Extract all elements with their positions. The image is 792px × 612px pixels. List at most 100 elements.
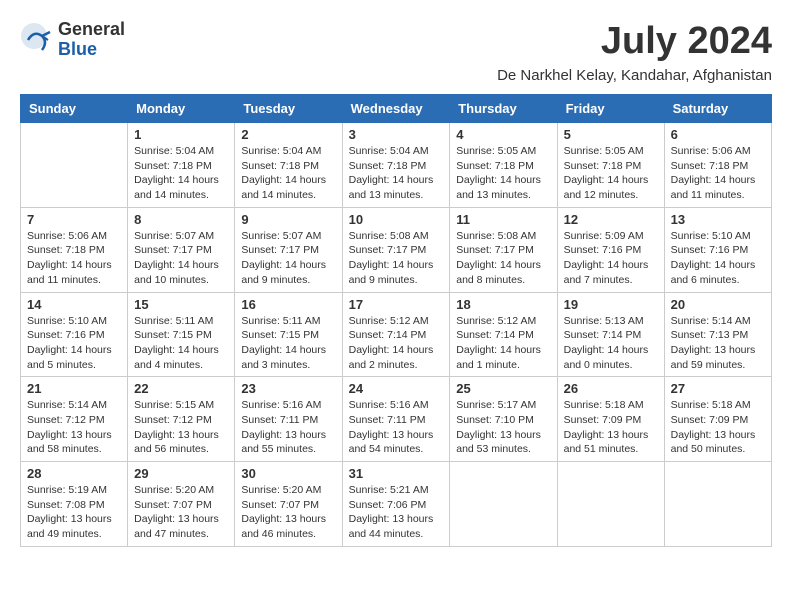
- day-number: 16: [241, 297, 335, 312]
- calendar-cell: 13 Sunrise: 5:10 AM Sunset: 7:16 PM Dayli…: [664, 207, 771, 292]
- calendar-cell: 1 Sunrise: 5:04 AM Sunset: 7:18 PM Daylig…: [128, 123, 235, 208]
- day-detail: Sunrise: 5:16 AM Sunset: 7:11 PM Dayligh…: [241, 398, 335, 457]
- logo: General Blue: [20, 20, 125, 60]
- day-number: 28: [27, 466, 121, 481]
- calendar-cell: 31 Sunrise: 5:21 AM Sunset: 7:06 PM Dayli…: [342, 462, 450, 547]
- day-detail: Sunrise: 5:05 AM Sunset: 7:18 PM Dayligh…: [456, 144, 550, 203]
- calendar-cell: 4 Sunrise: 5:05 AM Sunset: 7:18 PM Daylig…: [450, 123, 557, 208]
- calendar-cell: 26 Sunrise: 5:18 AM Sunset: 7:09 PM Dayli…: [557, 377, 664, 462]
- calendar-cell: 9 Sunrise: 5:07 AM Sunset: 7:17 PM Daylig…: [235, 207, 342, 292]
- day-detail: Sunrise: 5:05 AM Sunset: 7:18 PM Dayligh…: [564, 144, 658, 203]
- calendar-cell: 10Sunrise: 5:08 AM Sunset: 7:17 PM Dayli…: [342, 207, 450, 292]
- month-year-title: July 2024: [601, 20, 772, 63]
- calendar-cell: 27Sunrise: 5:18 AM Sunset: 7:09 PM Dayli…: [664, 377, 771, 462]
- calendar-cell: 3 Sunrise: 5:04 AM Sunset: 7:18 PM Daylig…: [342, 123, 450, 208]
- day-detail: Sunrise: 5:20 AM Sunset: 7:07 PM Dayligh…: [241, 483, 335, 542]
- day-detail: Sunrise: 5:04 AM Sunset: 7:18 PM Dayligh…: [349, 144, 444, 203]
- day-detail: Sunrise: 5:06 AM Sunset: 7:18 PM Dayligh…: [671, 144, 765, 203]
- day-number: 31: [349, 466, 444, 481]
- calendar-cell: 19 Sunrise: 5:13 AM Sunset: 7:14 PM Dayli…: [557, 292, 664, 377]
- day-detail: Sunrise: 5:13 AM Sunset: 7:14 PM Dayligh…: [564, 314, 658, 373]
- day-number: 21: [27, 381, 121, 396]
- day-number: 6: [671, 127, 765, 142]
- day-number: 2: [241, 127, 335, 142]
- day-number: 25: [456, 381, 550, 396]
- day-detail: Sunrise: 5:18 AM Sunset: 7:09 PM Dayligh…: [564, 398, 658, 457]
- day-number: 4: [456, 127, 550, 142]
- calendar-cell: 5 Sunrise: 5:05 AM Sunset: 7:18 PM Daylig…: [557, 123, 664, 208]
- calendar-cell: 2 Sunrise: 5:04 AM Sunset: 7:18 PM Daylig…: [235, 123, 342, 208]
- day-number: 3: [349, 127, 444, 142]
- calendar-cell: 7 Sunrise: 5:06 AM Sunset: 7:18 PM Daylig…: [21, 207, 128, 292]
- day-detail: Sunrise: 5:20 AM Sunset: 7:07 PM Dayligh…: [134, 483, 228, 542]
- day-number: 23: [241, 381, 335, 396]
- col-header-wednesday: Wednesday: [342, 95, 450, 123]
- calendar-table: SundayMondayTuesdayWednesdayThursdayFrid…: [20, 94, 772, 547]
- day-detail: Sunrise: 5:17 AM Sunset: 7:10 PM Dayligh…: [456, 398, 550, 457]
- day-detail: Sunrise: 5:04 AM Sunset: 7:18 PM Dayligh…: [241, 144, 335, 203]
- calendar-cell: 22 Sunrise: 5:15 AM Sunset: 7:12 PM Dayli…: [128, 377, 235, 462]
- calendar-cell: 17 Sunrise: 5:12 AM Sunset: 7:14 PM Dayli…: [342, 292, 450, 377]
- day-number: 22: [134, 381, 228, 396]
- logo-general: General: [58, 20, 125, 40]
- day-detail: Sunrise: 5:07 AM Sunset: 7:17 PM Dayligh…: [134, 229, 228, 288]
- calendar-cell: [450, 462, 557, 547]
- col-header-tuesday: Tuesday: [235, 95, 342, 123]
- logo-blue: Blue: [58, 40, 125, 60]
- calendar-cell: 23 Sunrise: 5:16 AM Sunset: 7:11 PM Dayli…: [235, 377, 342, 462]
- calendar-cell: 28 Sunrise: 5:19 AM Sunset: 7:08 PM Dayli…: [21, 462, 128, 547]
- calendar-cell: [21, 123, 128, 208]
- day-number: 26: [564, 381, 658, 396]
- day-detail: Sunrise: 5:08 AM Sunset: 7:17 PM Dayligh…: [349, 229, 444, 288]
- calendar-cell: 14Sunrise: 5:10 AM Sunset: 7:16 PM Dayli…: [21, 292, 128, 377]
- day-detail: Sunrise: 5:12 AM Sunset: 7:14 PM Dayligh…: [456, 314, 550, 373]
- calendar-cell: [557, 462, 664, 547]
- day-detail: Sunrise: 5:14 AM Sunset: 7:13 PM Dayligh…: [671, 314, 765, 373]
- day-number: 5: [564, 127, 658, 142]
- day-number: 19: [564, 297, 658, 312]
- calendar-cell: 6 Sunrise: 5:06 AM Sunset: 7:18 PM Daylig…: [664, 123, 771, 208]
- day-detail: Sunrise: 5:10 AM Sunset: 7:16 PM Dayligh…: [27, 314, 121, 373]
- day-number: 18: [456, 297, 550, 312]
- day-detail: Sunrise: 5:12 AM Sunset: 7:14 PM Dayligh…: [349, 314, 444, 373]
- day-number: 17: [349, 297, 444, 312]
- day-number: 12: [564, 212, 658, 227]
- day-number: 20: [671, 297, 765, 312]
- day-number: 9: [241, 212, 335, 227]
- logo-icon: [20, 22, 56, 58]
- day-detail: Sunrise: 5:11 AM Sunset: 7:15 PM Dayligh…: [241, 314, 335, 373]
- day-number: 8: [134, 212, 228, 227]
- calendar-cell: 18 Sunrise: 5:12 AM Sunset: 7:14 PM Dayli…: [450, 292, 557, 377]
- calendar-cell: [664, 462, 771, 547]
- col-header-sunday: Sunday: [21, 95, 128, 123]
- day-detail: Sunrise: 5:14 AM Sunset: 7:12 PM Dayligh…: [27, 398, 121, 457]
- calendar-cell: 24Sunrise: 5:16 AM Sunset: 7:11 PM Dayli…: [342, 377, 450, 462]
- day-detail: Sunrise: 5:21 AM Sunset: 7:06 PM Dayligh…: [349, 483, 444, 542]
- day-number: 1: [134, 127, 228, 142]
- col-header-thursday: Thursday: [450, 95, 557, 123]
- day-detail: Sunrise: 5:15 AM Sunset: 7:12 PM Dayligh…: [134, 398, 228, 457]
- col-header-monday: Monday: [128, 95, 235, 123]
- day-number: 29: [134, 466, 228, 481]
- day-number: 13: [671, 212, 765, 227]
- calendar-cell: 20 Sunrise: 5:14 AM Sunset: 7:13 PM Dayli…: [664, 292, 771, 377]
- calendar-cell: 8 Sunrise: 5:07 AM Sunset: 7:17 PM Daylig…: [128, 207, 235, 292]
- col-header-saturday: Saturday: [664, 95, 771, 123]
- day-detail: Sunrise: 5:19 AM Sunset: 7:08 PM Dayligh…: [27, 483, 121, 542]
- calendar-cell: 29 Sunrise: 5:20 AM Sunset: 7:07 PM Dayli…: [128, 462, 235, 547]
- day-detail: Sunrise: 5:16 AM Sunset: 7:11 PM Dayligh…: [349, 398, 444, 457]
- day-detail: Sunrise: 5:06 AM Sunset: 7:18 PM Dayligh…: [27, 229, 121, 288]
- day-detail: Sunrise: 5:07 AM Sunset: 7:17 PM Dayligh…: [241, 229, 335, 288]
- calendar-cell: 11 Sunrise: 5:08 AM Sunset: 7:17 PM Dayli…: [450, 207, 557, 292]
- day-number: 7: [27, 212, 121, 227]
- calendar-cell: 15Sunrise: 5:11 AM Sunset: 7:15 PM Dayli…: [128, 292, 235, 377]
- day-number: 11: [456, 212, 550, 227]
- day-detail: Sunrise: 5:08 AM Sunset: 7:17 PM Dayligh…: [456, 229, 550, 288]
- day-detail: Sunrise: 5:09 AM Sunset: 7:16 PM Dayligh…: [564, 229, 658, 288]
- col-header-friday: Friday: [557, 95, 664, 123]
- day-detail: Sunrise: 5:11 AM Sunset: 7:15 PM Dayligh…: [134, 314, 228, 373]
- day-detail: Sunrise: 5:04 AM Sunset: 7:18 PM Dayligh…: [134, 144, 228, 203]
- day-detail: Sunrise: 5:10 AM Sunset: 7:16 PM Dayligh…: [671, 229, 765, 288]
- day-number: 30: [241, 466, 335, 481]
- location-subtitle: De Narkhel Kelay, Kandahar, Afghanistan: [20, 67, 772, 84]
